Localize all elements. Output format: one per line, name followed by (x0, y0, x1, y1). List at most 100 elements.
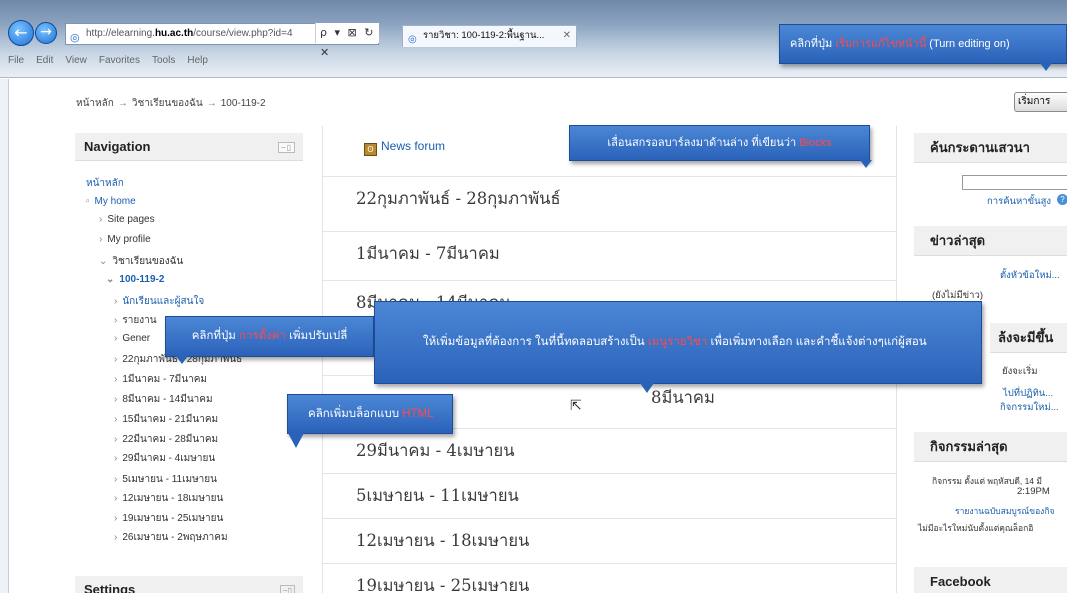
nav-item-label: Gener (122, 333, 151, 344)
new-event-link[interactable]: กิจกรรมใหม่... (1000, 400, 1059, 415)
callout-text: คลิกที่ปุ่ม (191, 330, 240, 342)
week-section-title: 1มีนาคม - 7มีนาคม (323, 231, 896, 275)
settings-title: Settings (84, 582, 136, 593)
navigation-block-header: Navigation −▯ (75, 133, 303, 161)
nav-item[interactable]: › Gener (114, 333, 150, 344)
callout-text: ให้เพิ่มข้อมูลที่ต้องการ ในที่นี้ทดลอบสร… (423, 336, 648, 348)
week-section-title: 19เมษายน - 25เมษายน (323, 563, 896, 593)
nav-item[interactable]: › My profile (99, 234, 151, 245)
nav-item[interactable]: › 15มีนาคม - 21มีนาคม (114, 412, 218, 427)
upcoming-none-text: ยังจะเริ่ม (1002, 366, 1038, 377)
nav-item[interactable]: › 12เมษายน - 18เมษายน (114, 491, 223, 506)
breadcrumb-home[interactable]: หน้าหลัก (76, 98, 114, 109)
forward-icon[interactable]: → (35, 22, 57, 44)
nav-expand-icon: › (114, 513, 118, 524)
nav-item-label: 22มีนาคม - 28มีนาคม (122, 434, 219, 445)
nav-item[interactable]: › 29มีนาคม - 4เมษายน (114, 451, 215, 466)
nav-item[interactable]: หน้าหลัก (86, 176, 124, 191)
full-report-link[interactable]: รายงานฉบับสมบูรณ์ของกิจ (955, 504, 1054, 518)
go-to-calendar-link[interactable]: ไปที่ปฏิทิน... (1003, 386, 1053, 401)
nav-expand-icon: › (99, 234, 103, 245)
callout-add-html-block: คลิกเพิ่มบล็อกแบบ HTML (287, 394, 453, 434)
nav-item[interactable]: › Site pages (99, 214, 155, 225)
nav-item[interactable]: › 19เมษายน - 25เมษายน (114, 511, 223, 526)
browser-tab[interactable]: ◎ รายวิชา: 100-119-2:พื้นฐาน... ✕ (402, 25, 577, 47)
block-collapse-icon[interactable]: −▯ (277, 142, 295, 153)
nav-item[interactable]: › 5เมษายน - 11เมษายน (114, 472, 217, 487)
nav-item[interactable]: ▫ My home (86, 196, 136, 207)
nav-item[interactable]: › 26เมษายน - 2พฤษภาคม (114, 530, 228, 545)
address-path: /course/view.php?id=4 (193, 28, 293, 39)
nav-item[interactable]: › 1มีนาคม - 7มีนาคม (114, 372, 207, 387)
address-domain: hu.ac.th (154, 28, 194, 39)
nav-item-label: Site pages (107, 214, 155, 225)
tab-close-icon[interactable]: ✕ (563, 26, 571, 46)
nav-item-label: 19เมษายน - 25เมษายน (122, 513, 224, 524)
breadcrumb-separator: → (206, 98, 217, 109)
nav-item-label: 8มีนาคม - 14มีนาคม (122, 394, 213, 405)
nav-item-label: 1มีนาคม - 7มีนาคม (122, 374, 208, 385)
callout-text: เพิ่มปรับเปลี่ (285, 330, 348, 342)
help-icon[interactable]: ? (1057, 194, 1067, 205)
callout-text: คลิกที่ปุ่ม (790, 38, 836, 50)
week-section-title: 29มีนาคม - 4เมษายน (323, 428, 896, 472)
nav-item[interactable]: ⌄ 100-119-2 (106, 274, 164, 285)
navigation-title: Navigation (84, 139, 151, 154)
back-icon[interactable]: ← (8, 20, 34, 46)
nothing-new-text: ไม่มีอะไรใหม่นับตั้งแต่คุณล็อกอิ (918, 523, 1034, 533)
callout-turn-editing-on: คลิกที่ปุ่ม เริ่มการแก้ไขหน้านี้ (Turn e… (779, 24, 1067, 64)
block-collapse-icon[interactable]: −▯ (279, 585, 295, 593)
turn-editing-on-button[interactable]: เริ่มการ (1014, 92, 1067, 112)
page-icon: ◎ (70, 32, 80, 44)
advanced-search-link[interactable]: การค้นหาขั้นสูง (987, 194, 1051, 209)
nav-item-label: วิชาเรียนของฉัน (112, 256, 184, 267)
search-forums-header: ค้นกระดานเสวนา (914, 133, 1067, 163)
nav-item[interactable]: › 22มีนาคม - 28มีนาคม (114, 432, 218, 447)
nav-item-label: My home (94, 196, 136, 207)
nav-expand-icon: ▫ (86, 196, 90, 207)
mouse-cursor-icon: ⇱ (570, 398, 582, 414)
latest-news-header: ข่าวล่าสุด (914, 226, 1067, 256)
forum-search-input[interactable] (962, 175, 1067, 190)
tab-page-icon: ◎ (408, 34, 417, 45)
week-section-title: 22กุมภาพันธ์ - 28กุมภาพันธ์ (323, 176, 896, 220)
callout-pointer (1040, 63, 1052, 71)
add-news-topic-link[interactable]: ตั้งหัวข้อใหม่... (1000, 268, 1060, 283)
menu-file[interactable]: File (8, 55, 24, 66)
nav-item[interactable]: › นักเรียนและผู้สนใจ (114, 294, 204, 309)
nav-item-label: หน้าหลัก (86, 178, 124, 189)
nav-item-label: นักเรียนและผู้สนใจ (122, 296, 205, 307)
nav-expand-icon: › (99, 214, 103, 225)
callout-text: เลื่อนสกรอลบาร์ลงมาด้านล่าง ที่เขียนว่า (607, 137, 800, 149)
news-forum-label: News forum (381, 139, 446, 153)
nav-expand-icon: ⌄ (106, 274, 115, 285)
nav-expand-icon: › (114, 296, 118, 307)
nav-item[interactable]: › รายงาน (114, 313, 157, 328)
nav-item-label: 100-119-2 (119, 274, 165, 285)
nav-expand-icon: › (114, 394, 118, 405)
menu-favorites[interactable]: Favorites (99, 55, 140, 66)
news-forum-link[interactable]: ʘ News forum (364, 139, 445, 156)
nav-expand-icon: › (114, 453, 118, 464)
nav-expand-icon: ⌄ (99, 256, 108, 267)
menu-edit[interactable]: Edit (36, 55, 53, 66)
callout-pointer (860, 160, 872, 168)
menu-help[interactable]: Help (187, 55, 208, 66)
tab-title: รายวิชา: 100-119-2:พื้นฐาน... (423, 30, 545, 41)
menu-view[interactable]: View (65, 55, 87, 66)
address-tools[interactable]: ρ ▾ ⊠ ↻ ✕ (315, 23, 379, 59)
callout-text: คลิกเพิ่มบล็อกแบบ (308, 408, 403, 420)
nav-item[interactable]: ⌄ วิชาเรียนของฉัน (99, 254, 183, 269)
nav-item-label: 12เมษายน - 18เมษายน (122, 493, 224, 504)
nav-expand-icon: › (114, 434, 118, 445)
nav-expand-icon: › (114, 315, 118, 326)
callout-text: เพื่อเพิ่มทางเลือก และคำชี้แจ้งต่างๆแก่ผ… (707, 336, 927, 348)
breadcrumb-mycourses[interactable]: วิชาเรียนของฉัน (132, 98, 203, 109)
menu-tools[interactable]: Tools (152, 55, 175, 66)
callout-highlight: การตั้งค่า (239, 330, 286, 342)
breadcrumb-course[interactable]: 100-119-2 (221, 98, 266, 109)
nav-item-label: รายงาน (122, 315, 157, 326)
nav-item[interactable]: › 8มีนาคม - 14มีนาคม (114, 392, 213, 407)
nav-item-label: 29มีนาคม - 4เมษายน (122, 453, 216, 464)
nav-expand-icon: › (114, 354, 118, 365)
